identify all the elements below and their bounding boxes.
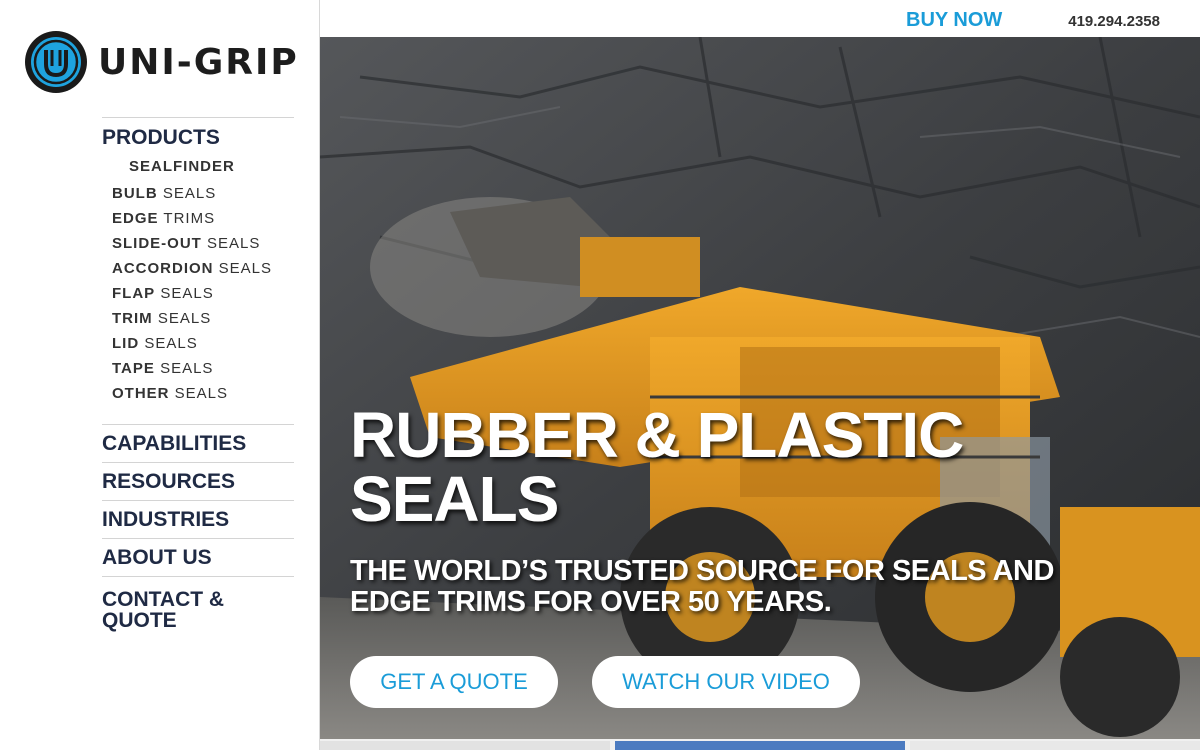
nav-section-about: ABOUT US — [102, 538, 294, 576]
nav-section-capabilities: CAPABILITIES — [102, 424, 294, 462]
item-bold: SLIDE-OUT — [112, 235, 202, 252]
watch-our-video-button[interactable]: WATCH OUR VIDEO — [592, 656, 860, 708]
item-rest: SEALS — [162, 185, 217, 202]
nav-item-trim-seals[interactable]: TRIM SEALS — [112, 306, 294, 331]
item-rest: SEALS — [160, 285, 214, 302]
item-bold: ACCORDION — [112, 260, 214, 277]
nav-item-other-seals[interactable]: OTHER SEALS — [112, 381, 294, 406]
sidebar: UNI-GRIP PRODUCTS SEALFINDER BULB SEALS … — [0, 0, 320, 750]
item-bold: OTHER — [112, 385, 170, 402]
preview-tile — [910, 741, 1200, 750]
nav-section-contact: CONTACT & QUOTE — [102, 576, 294, 637]
nav-contact-quote[interactable]: CONTACT & QUOTE — [102, 577, 294, 637]
item-bold: FLAP — [112, 285, 156, 302]
nav-sealfinder[interactable]: SEALFINDER — [129, 158, 294, 175]
nav-item-accordion-seals[interactable]: ACCORDION SEALS — [112, 256, 294, 281]
nav-capabilities[interactable]: CAPABILITIES — [102, 425, 294, 462]
item-rest: SEALS — [160, 360, 214, 377]
item-bold: TRIM — [112, 310, 153, 327]
preview-tile — [615, 741, 905, 750]
preview-tile — [320, 741, 610, 750]
item-bold: TAPE — [112, 360, 155, 377]
hero-image-mining-trucks — [320, 37, 1200, 739]
item-rest: SEALS — [174, 385, 229, 402]
products-submenu: BULB SEALS EDGE TRIMS SLIDE-OUT SEALS AC… — [112, 181, 294, 424]
nav-about-us[interactable]: ABOUT US — [102, 539, 294, 576]
nav-item-tape-seals[interactable]: TAPE SEALS — [112, 356, 294, 381]
uni-grip-logo-icon — [25, 31, 87, 93]
nav-industries[interactable]: INDUSTRIES — [102, 501, 294, 538]
item-bold: LID — [112, 335, 140, 352]
buy-now-link[interactable]: BUY NOW — [906, 9, 1002, 32]
item-rest: SEALS — [157, 310, 212, 327]
item-bold: BULB — [112, 185, 158, 202]
get-a-quote-button[interactable]: GET A QUOTE — [350, 656, 558, 708]
nav-section-industries: INDUSTRIES — [102, 500, 294, 538]
nav-item-slide-out-seals[interactable]: SLIDE-OUT SEALS — [112, 231, 294, 256]
nav-item-lid-seals[interactable]: LID SEALS — [112, 331, 294, 356]
item-rest: SEALS — [218, 260, 273, 277]
nav-products[interactable]: PRODUCTS — [102, 118, 294, 156]
phone-number[interactable]: 419.294.2358 — [1068, 13, 1160, 30]
next-section-preview — [320, 739, 1200, 750]
nav-item-edge-trims[interactable]: EDGE TRIMS — [112, 206, 294, 231]
hero-banner: RUBBER & PLASTIC SEALS THE WORLD’S TRUST… — [320, 37, 1200, 739]
page: UNI-GRIP PRODUCTS SEALFINDER BULB SEALS … — [0, 0, 1200, 750]
main-nav: PRODUCTS SEALFINDER BULB SEALS EDGE TRIM… — [102, 117, 294, 637]
top-bar: BUY NOW 419.294.2358 — [320, 0, 1200, 37]
nav-section-products: PRODUCTS SEALFINDER BULB SEALS EDGE TRIM… — [102, 117, 294, 424]
item-rest: SEALS — [207, 235, 261, 252]
hero-title: RUBBER & PLASTIC SEALS — [350, 399, 964, 535]
nav-section-resources: RESOURCES — [102, 462, 294, 500]
nav-resources[interactable]: RESOURCES — [102, 463, 294, 500]
item-rest: SEALS — [144, 335, 198, 352]
item-rest: TRIMS — [163, 210, 216, 227]
nav-item-bulb-seals[interactable]: BULB SEALS — [112, 181, 294, 206]
logo[interactable]: UNI-GRIP — [24, 30, 299, 94]
hero-subtitle: THE WORLD’S TRUSTED SOURCE FOR SEALS AND… — [350, 555, 1054, 618]
nav-item-flap-seals[interactable]: FLAP SEALS — [112, 281, 294, 306]
logo-wordmark: UNI-GRIP — [98, 41, 299, 83]
item-bold: EDGE — [112, 210, 159, 227]
